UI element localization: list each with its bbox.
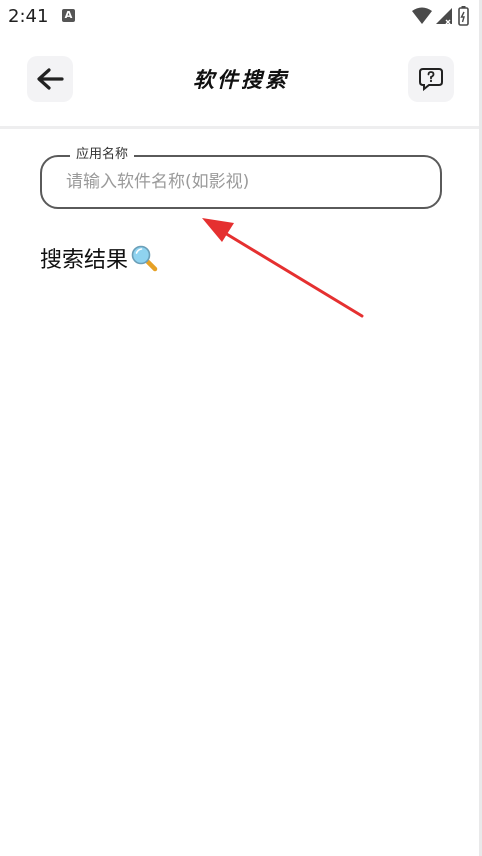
- header-divider: [0, 126, 482, 129]
- screen: 2:41 A 软件搜索 应用名称 请输入软件名称(如影视) 搜索结果: [0, 0, 482, 856]
- app-name-label: 应用名称: [70, 147, 135, 163]
- notification-icon: A: [62, 9, 75, 22]
- magnifier-icon: [131, 245, 158, 272]
- help-button[interactable]: [408, 56, 454, 102]
- battery-icon: [458, 6, 469, 26]
- wifi-icon: [412, 7, 432, 24]
- app-name-field[interactable]: 应用名称: [40, 147, 442, 209]
- annotation-arrow: [202, 218, 364, 318]
- app-name-input[interactable]: [66, 169, 416, 195]
- results-heading-text: 搜索结果: [40, 248, 129, 273]
- app-header: 软件搜索: [0, 34, 482, 126]
- signal-icon: [436, 8, 452, 25]
- status-time: 2:41: [8, 6, 49, 27]
- question-bubble-icon: [419, 68, 443, 92]
- status-bar: 2:41 A: [0, 0, 482, 34]
- results-heading: 搜索结果: [40, 242, 158, 274]
- status-icons: [412, 6, 469, 26]
